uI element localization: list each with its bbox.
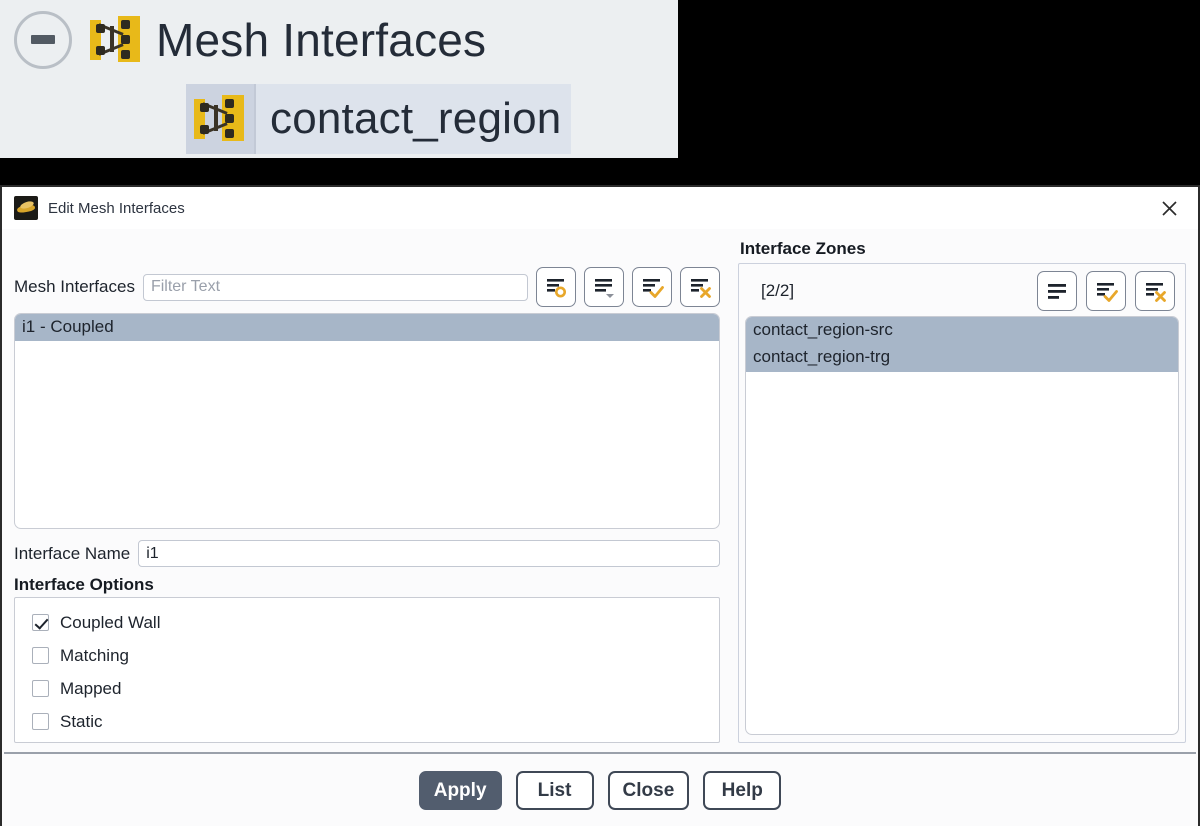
apply-button[interactable]: Apply [418, 770, 502, 810]
mesh-interfaces-filter-row: Mesh Interfaces [14, 267, 720, 307]
list-check-icon[interactable] [632, 267, 672, 307]
interface-name-row: Interface Name [14, 540, 720, 568]
close-icon[interactable] [1146, 187, 1192, 229]
interface-zones-panel: [2/2] contact_region-src contact_region-… [738, 263, 1186, 743]
list-delete-icon[interactable] [680, 267, 720, 307]
interface-zones-column: Interface Zones [2/2] contact_region-src… [720, 239, 1186, 743]
interface-name-label: Interface Name [14, 543, 131, 563]
dialog-footer: Apply List Close Help [2, 754, 1198, 826]
list-icon[interactable] [1037, 271, 1077, 311]
list-dropdown-icon[interactable] [584, 267, 624, 307]
dialog-title: Edit Mesh Interfaces [48, 199, 185, 217]
edit-mesh-interfaces-dialog: Edit Mesh Interfaces Mesh Interfaces Fil… [0, 185, 1200, 826]
interface-options-box: Coupled Wall Matching Mapped Static [14, 597, 720, 743]
mesh-interfaces-column: Mesh Interfaces Filter Text i1 - Coupled… [14, 239, 720, 743]
interface-name-input[interactable] [138, 540, 720, 568]
dialog-body: Mesh Interfaces Filter Text i1 - Coupled… [2, 229, 1198, 743]
minus-circle-icon[interactable] [14, 10, 72, 69]
tree-label-mesh-interfaces: Mesh Interfaces [156, 13, 487, 66]
checkbox[interactable] [32, 647, 49, 664]
list-delete-icon[interactable] [1135, 271, 1175, 311]
tree-row-contact-region[interactable]: contact_region [0, 79, 678, 158]
option-static[interactable]: Static [15, 705, 719, 738]
new-list-icon[interactable] [536, 267, 576, 307]
close-button[interactable]: Close [607, 770, 690, 810]
option-label: Matching [60, 645, 129, 665]
mesh-interfaces-label: Mesh Interfaces [14, 277, 135, 296]
list-item[interactable]: contact_region-src [746, 317, 1178, 345]
option-mapped[interactable]: Mapped [15, 672, 719, 705]
dialog-titlebar: Edit Mesh Interfaces [2, 187, 1198, 229]
minus-glyph [31, 35, 55, 44]
mesh-interfaces-list[interactable]: i1 - Coupled [14, 313, 720, 529]
checkbox[interactable] [32, 680, 49, 697]
interface-zones-title: Interface Zones [740, 239, 866, 258]
fluent-logo-icon [14, 196, 38, 220]
list-item[interactable]: contact_region-trg [746, 344, 1178, 372]
list-button[interactable]: List [515, 770, 594, 810]
mesh-interface-icon [88, 14, 142, 66]
checkbox[interactable] [32, 713, 49, 730]
option-coupled-wall[interactable]: Coupled Wall [15, 606, 719, 639]
interface-zones-list[interactable]: contact_region-src contact_region-trg [745, 316, 1179, 735]
option-matching[interactable]: Matching [15, 639, 719, 672]
tree-row-mesh-interfaces[interactable]: Mesh Interfaces [0, 0, 678, 79]
option-label: Static [60, 711, 103, 731]
list-item[interactable]: i1 - Coupled [15, 314, 719, 342]
option-label: Mapped [60, 678, 122, 698]
filter-input[interactable] [142, 273, 528, 301]
interface-options-header: Interface Options [14, 575, 154, 594]
outline-tree-strip: Mesh Interfaces contact_region [0, 0, 678, 158]
checkbox[interactable] [32, 614, 49, 631]
interface-zones-toolbar: [2/2] [745, 270, 1179, 312]
tree-child-name-box[interactable]: contact_region [254, 83, 572, 154]
help-button[interactable]: Help [703, 770, 782, 810]
mesh-interface-icon [192, 93, 246, 145]
interface-zones-count: [2/2] [761, 281, 795, 300]
tree-label-contact-region: contact_region [270, 93, 562, 143]
list-check-icon[interactable] [1086, 271, 1126, 311]
tree-child-selection[interactable]: contact_region [186, 83, 572, 154]
option-label: Coupled Wall [60, 612, 161, 632]
